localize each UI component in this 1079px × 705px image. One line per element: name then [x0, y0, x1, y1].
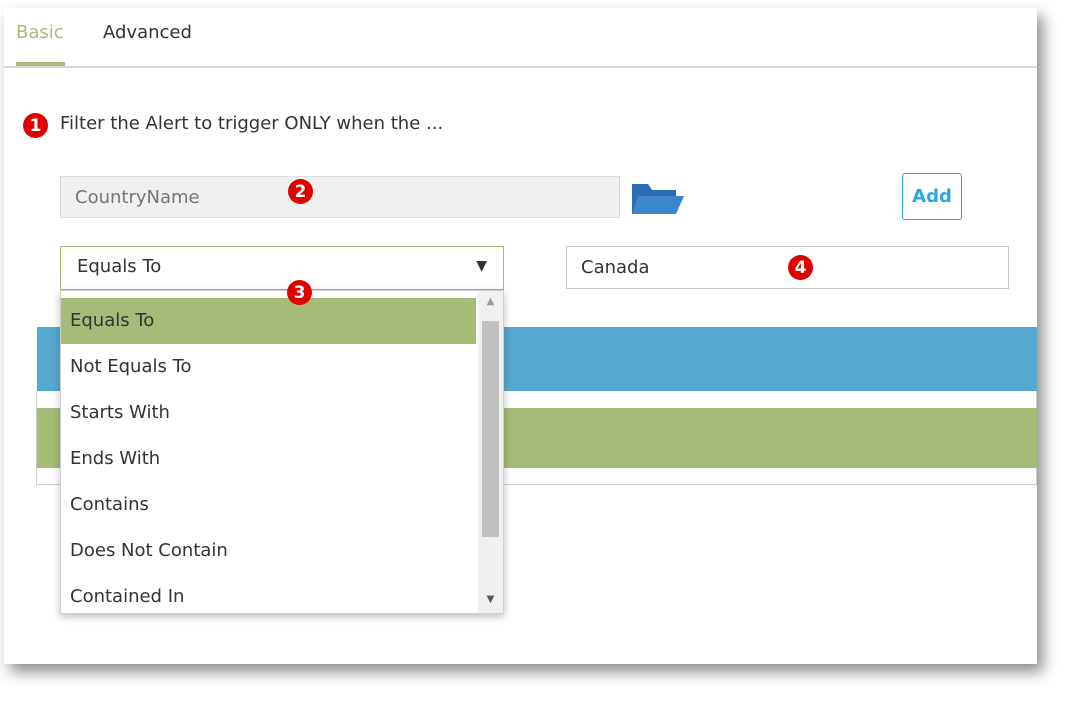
step-badge-4: 4 [788, 255, 813, 280]
tab-bar: Basic Advanced [4, 8, 1037, 68]
dropdown-scrollbar[interactable]: ▲ ▼ [478, 291, 503, 613]
dropdown-option[interactable]: Does Not Contain [61, 528, 476, 574]
operator-dropdown-list: Equals To Not Equals To Starts With Ends… [60, 290, 504, 614]
folder-open-icon[interactable] [630, 178, 686, 218]
operator-select[interactable]: Equals To ▼ [60, 246, 504, 290]
filter-instruction: Filter the Alert to trigger ONLY when th… [60, 113, 444, 134]
active-tab-indicator [16, 62, 65, 66]
add-button[interactable]: Add [902, 173, 962, 220]
scroll-thumb[interactable] [482, 321, 499, 537]
scroll-down-arrow-icon[interactable]: ▼ [478, 589, 503, 611]
filter-panel: Basic Advanced 1 Filter the Alert to tri… [4, 8, 1037, 664]
step-badge-2: 2 [288, 179, 313, 204]
dropdown-option[interactable]: Starts With [61, 390, 476, 436]
dropdown-option[interactable]: Equals To [61, 298, 476, 344]
tab-basic[interactable]: Basic [16, 22, 64, 43]
step-badge-1: 1 [23, 113, 48, 138]
caret-down-icon: ▼ [476, 258, 487, 274]
scroll-up-arrow-icon[interactable]: ▲ [478, 291, 503, 313]
tab-advanced[interactable]: Advanced [103, 22, 192, 43]
dropdown-option[interactable]: Ends With [61, 436, 476, 482]
dropdown-option[interactable]: Contained In [61, 574, 476, 613]
operator-select-value: Equals To [77, 256, 162, 277]
field-name-input[interactable] [60, 176, 620, 218]
dropdown-option[interactable]: Not Equals To [61, 344, 476, 390]
step-badge-3: 3 [287, 280, 312, 305]
dropdown-option[interactable]: Contains [61, 482, 476, 528]
